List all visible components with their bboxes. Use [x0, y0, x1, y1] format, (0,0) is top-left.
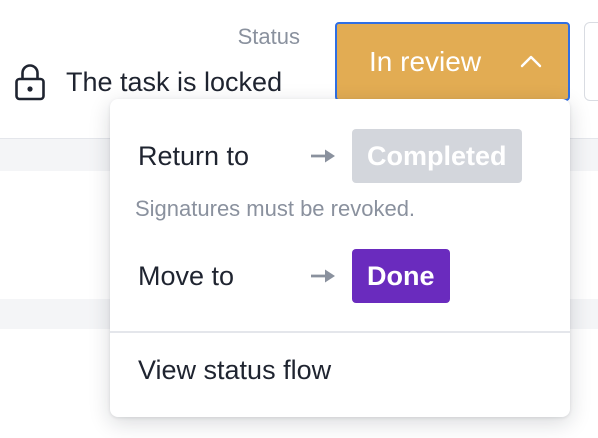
arrow-right-icon [310, 267, 336, 285]
current-status-label: In review [369, 45, 482, 77]
menu-item-label: Move to [138, 260, 235, 291]
menu-divider [110, 331, 570, 333]
lock-message: The task is locked [66, 66, 283, 97]
view-status-flow-link[interactable]: View status flow [138, 355, 331, 386]
padlock-icon [14, 62, 46, 102]
chevron-up-icon [520, 53, 542, 69]
status-field-label: Status [237, 24, 300, 49]
status-transition-menu: Return to Completed Signatures must be r… [110, 99, 570, 417]
status-dropdown-button[interactable]: In review [335, 22, 570, 101]
menu-item-move-to[interactable]: Move to Done [138, 249, 450, 303]
menu-item-label: Return to [138, 140, 250, 171]
menu-item-return-to: Return to Completed [138, 129, 522, 183]
lock-notice: The task is locked [14, 60, 282, 104]
status-chip-done[interactable]: Done [352, 249, 450, 303]
transition-hint: Signatures must be revoked. [135, 196, 416, 221]
secondary-action-button[interactable] [584, 22, 598, 101]
arrow-right-icon [310, 147, 336, 165]
status-chip-completed: Completed [352, 129, 522, 183]
